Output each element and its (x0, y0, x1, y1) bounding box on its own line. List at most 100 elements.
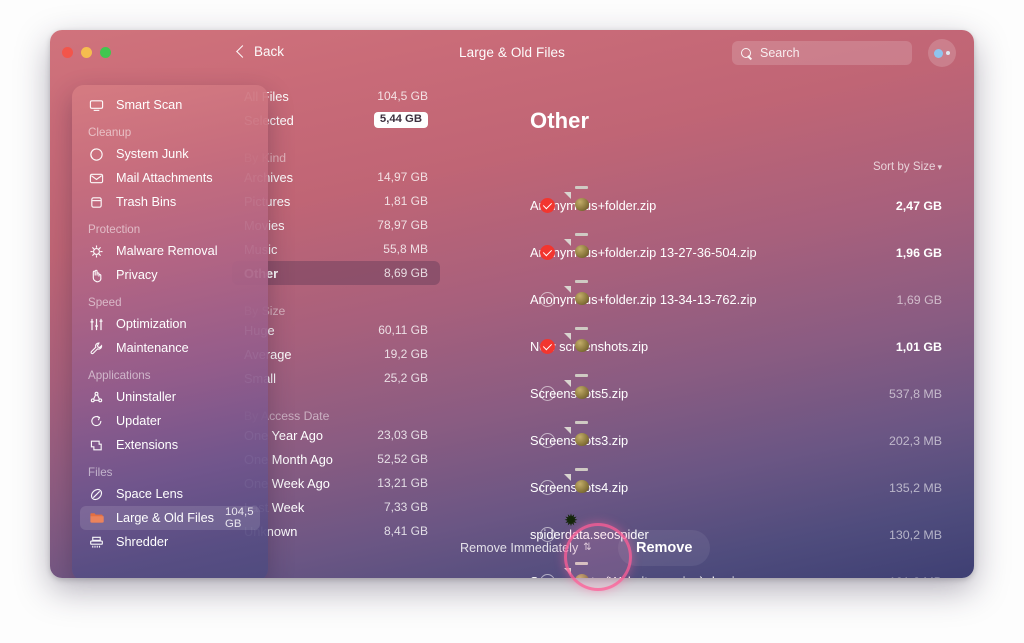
file-checkbox[interactable] (540, 245, 555, 260)
zip-file-icon (571, 467, 597, 502)
filter-value: 104,5 GB (377, 89, 428, 103)
file-size: 135,2 MB (888, 480, 942, 495)
smart-scan-icon (88, 97, 105, 114)
file-list: Anonymous+folder.zip 2,47 GB Anonymous+f… (458, 182, 974, 578)
account-button[interactable] (928, 39, 956, 67)
sidebar-item-smart-scan[interactable]: Smart Scan (80, 93, 260, 117)
folder-icon (88, 510, 105, 527)
sidebar-item-label: Trash Bins (116, 195, 177, 209)
chevron-down-icon: ▾ (937, 162, 942, 172)
sidebar-item-optimization[interactable]: Optimization (80, 312, 260, 336)
search-input[interactable]: Search (732, 41, 912, 65)
screenshot-root: Back Large & Old Files Search All Files … (0, 0, 1024, 643)
file-size: 202,3 MB (888, 433, 942, 448)
malware-icon (88, 243, 105, 260)
filter-value: 7,33 GB (383, 500, 428, 514)
remove-mode-label: Remove Immediately (460, 541, 579, 555)
filter-value: 23,03 GB (377, 428, 428, 442)
sidebar-group-files: Files (88, 466, 113, 479)
trash-icon (88, 194, 105, 211)
sidebar-item-large-and-old-files[interactable]: Large & Old Files 104,5 GB (80, 506, 260, 530)
file-size: 537,8 MB (888, 386, 942, 401)
title-bar: Back Large & Old Files Search (50, 30, 974, 76)
table-row[interactable]: Anonymous+folder.zip 2,47 GB (458, 182, 974, 229)
table-row[interactable]: New screenshots.zip 1,01 GB (458, 323, 974, 370)
table-row[interactable]: Anonymous+folder.zip 13-27-36-504.zip 1,… (458, 229, 974, 276)
filter-value: 8,69 GB (383, 266, 428, 280)
file-checkbox[interactable] (540, 198, 555, 213)
hand-icon (88, 267, 105, 284)
sidebar-item-label: System Junk (116, 147, 189, 161)
sidebar-item-privacy[interactable]: Privacy (80, 263, 260, 287)
filter-value: 14,97 GB (377, 170, 428, 184)
uninstaller-icon (88, 389, 105, 406)
sidebar-item-maintenance[interactable]: Maintenance (80, 336, 260, 360)
broom-icon (88, 146, 105, 163)
filter-value: 78,97 GB (377, 218, 428, 232)
chevron-up-down-icon: ⇅ (583, 542, 592, 553)
table-row[interactable]: Screenshots5.zip 537,8 MB (458, 370, 974, 417)
filter-value: 55,8 MB (383, 242, 428, 256)
sidebar-item-extensions[interactable]: Extensions (80, 433, 260, 457)
file-size: 1,01 GB (895, 339, 942, 354)
file-checkbox[interactable] (540, 339, 555, 354)
sidebar-item-malware-removal[interactable]: Malware Removal (80, 239, 260, 263)
sidebar-item-label: Updater (116, 414, 162, 428)
page-title: Other (530, 108, 590, 133)
table-row[interactable]: Anonymous+folder.zip 13-34-13-762.zip 1,… (458, 276, 974, 323)
table-row[interactable]: Screenshots3.zip 202,3 MB (458, 417, 974, 464)
zip-file-icon (571, 279, 597, 314)
zip-file-icon (571, 420, 597, 455)
zip-file-icon (571, 326, 597, 361)
bottom-bar: Remove Immediately ⇅ Remove (232, 522, 974, 578)
sidebar-item-label: Mail Attachments (116, 171, 213, 185)
updater-icon (88, 413, 105, 430)
sort-by-label: Sort by Size (872, 160, 936, 173)
table-row[interactable]: Screenshots4.zip 135,2 MB (458, 464, 974, 511)
sliders-icon (88, 316, 105, 333)
sidebar-item-label: Maintenance (116, 341, 189, 355)
sidebar-item-updater[interactable]: Updater (80, 409, 260, 433)
sort-by-size-button[interactable]: Sort by Size ▾ (873, 160, 942, 173)
file-checkbox[interactable] (540, 386, 555, 401)
remove-button[interactable]: Remove (618, 530, 711, 566)
filter-value: 52,52 GB (377, 452, 428, 466)
sidebar-item-system-junk[interactable]: System Junk (80, 142, 260, 166)
file-checkbox[interactable] (540, 433, 555, 448)
zip-file-icon (571, 232, 597, 267)
sidebar-item-mail-attachments[interactable]: Mail Attachments (80, 166, 260, 190)
app-window: Back Large & Old Files Search All Files … (50, 30, 974, 578)
sidebar-group-cleanup: Cleanup (88, 126, 132, 139)
file-size: 2,47 GB (895, 198, 942, 213)
sidebar-item-label: Space Lens (116, 487, 184, 501)
sidebar-item-label: Malware Removal (116, 244, 218, 258)
shredder-icon (88, 534, 105, 551)
file-checkbox[interactable] (540, 480, 555, 495)
sidebar: Smart Scan Cleanup System Junk Mail Atta… (72, 85, 268, 578)
extensions-icon (88, 437, 105, 454)
account-icon-dot (946, 51, 950, 55)
filter-value: 60,11 GB (378, 323, 428, 337)
zip-file-icon (571, 373, 597, 408)
sidebar-group-applications: Applications (88, 369, 151, 382)
file-checkbox[interactable] (540, 292, 555, 307)
sidebar-item-label: Privacy (116, 268, 158, 282)
account-icon (934, 48, 943, 58)
space-lens-icon (88, 486, 105, 503)
filter-value: 1,81 GB (383, 194, 428, 208)
file-size: 1,96 GB (895, 245, 942, 260)
sidebar-item-space-lens[interactable]: Space Lens (80, 482, 260, 506)
sidebar-item-size: 104,5 GB (225, 506, 254, 530)
filter-value: 19,2 GB (383, 347, 428, 361)
sidebar-item-uninstaller[interactable]: Uninstaller (80, 385, 260, 409)
filter-value: 25,2 GB (383, 371, 428, 385)
sidebar-group-protection: Protection (88, 223, 141, 236)
sidebar-item-label: Large & Old Files (116, 511, 215, 525)
sidebar-item-label: Extensions (116, 438, 179, 452)
sidebar-item-trash-bins[interactable]: Trash Bins (80, 190, 260, 214)
sidebar-item-shredder[interactable]: Shredder (80, 530, 260, 554)
filter-value: 13,21 GB (377, 476, 428, 490)
file-size: 1,69 GB (896, 292, 942, 307)
mail-icon (88, 170, 105, 187)
remove-mode-dropdown[interactable]: Remove Immediately ⇅ (460, 541, 592, 555)
